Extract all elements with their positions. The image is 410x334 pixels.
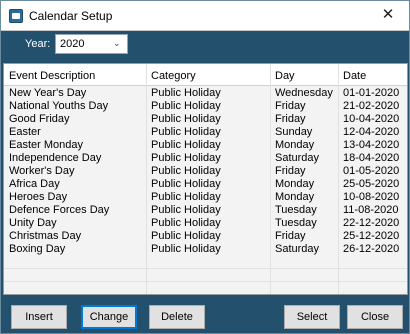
column-header-event-description[interactable]: Event Description (9, 70, 95, 82)
date-cell: 12-04-2020 (343, 126, 400, 138)
category-cell: Public Holiday (151, 243, 221, 255)
events-grid[interactable]: Event Description Category Day Date New … (3, 63, 408, 295)
column-header-category[interactable]: Category (151, 70, 196, 82)
table-row[interactable]: Africa Day Public Holiday Monday 25-05-2020 (4, 178, 407, 191)
date-cell: 21-02-2020 (343, 100, 400, 112)
category-cell: Public Holiday (151, 204, 221, 216)
select-button[interactable]: Select (284, 305, 340, 329)
year-value: 2020 (60, 38, 85, 50)
insert-button-label: Insert (25, 311, 53, 323)
category-cell: Public Holiday (151, 152, 221, 164)
event-description-cell: Africa Day (9, 178, 60, 190)
close-button-label: Close (360, 311, 390, 323)
date-cell: 26-12-2020 (343, 243, 400, 255)
event-description-cell: Christmas Day (9, 230, 82, 242)
category-cell: Public Holiday (151, 178, 221, 190)
day-cell: Tuesday (275, 204, 317, 216)
year-bar: Year: 2020 ⌄ (1, 31, 409, 59)
date-cell: 25-05-2020 (343, 178, 400, 190)
event-description-cell: Defence Forces Day (9, 204, 110, 216)
event-description-cell: New Year's Day (9, 87, 87, 99)
category-cell: Public Holiday (151, 217, 221, 229)
delete-button-label: Delete (161, 311, 193, 323)
day-cell: Monday (275, 139, 315, 151)
column-header-date[interactable]: Date (343, 70, 366, 82)
change-button[interactable]: Change (81, 305, 137, 329)
table-row[interactable]: Unity Day Public Holiday Tuesday 22-12-2020 (4, 217, 407, 230)
category-cell: Public Holiday (151, 113, 221, 125)
empty-row (4, 256, 407, 269)
category-cell: Public Holiday (151, 165, 221, 177)
chevron-down-icon[interactable]: ⌄ (113, 37, 123, 48)
day-cell: Friday (275, 230, 306, 242)
category-cell: Public Holiday (151, 87, 221, 99)
day-cell: Monday (275, 178, 315, 190)
day-cell: Sunday (275, 126, 313, 138)
day-cell: Saturday (275, 243, 320, 255)
close-button[interactable]: Close (347, 305, 403, 329)
day-cell: Friday (275, 100, 306, 112)
event-description-cell: Easter Monday (9, 139, 83, 151)
table-row[interactable]: Christmas Day Public Holiday Friday 25-12-2… (4, 230, 407, 243)
event-description-cell: Heroes Day (9, 191, 68, 203)
date-cell: 22-12-2020 (343, 217, 400, 229)
column-header-day[interactable]: Day (275, 70, 295, 82)
table-row[interactable]: New Year's Day Public Holiday Wednesday 01-… (4, 87, 407, 100)
table-row[interactable]: Heroes Day Public Holiday Monday 10-08-2020 (4, 191, 407, 204)
table-row[interactable]: Boxing Day Public Holiday Saturday 26-12-20… (4, 243, 407, 256)
table-row[interactable]: Defence Forces Day Public Holiday Tuesday 1… (4, 204, 407, 217)
table-row[interactable]: Independence Day Public Holiday Saturday 18… (4, 152, 407, 165)
calendar-setup-window: Calendar Setup ✕ Year: 2020 ⌄ Event Desc… (0, 0, 410, 334)
date-cell: 10-08-2020 (343, 191, 400, 203)
event-description-cell: Independence Day (9, 152, 102, 164)
day-cell: Wednesday (275, 87, 333, 99)
date-cell: 01-01-2020 (343, 87, 400, 99)
year-select[interactable]: 2020 ⌄ (55, 34, 128, 54)
category-cell: Public Holiday (151, 100, 221, 112)
select-button-label: Select (296, 311, 328, 323)
day-cell: Tuesday (275, 217, 317, 229)
empty-row (4, 269, 407, 282)
date-cell: 01-05-2020 (343, 165, 400, 177)
delete-button[interactable]: Delete (149, 305, 205, 329)
year-label: Year: (25, 38, 51, 50)
change-button-label: Change (89, 311, 129, 323)
table-row[interactable]: Easter Monday Public Holiday Monday 13-04-2… (4, 139, 407, 152)
date-cell: 11-08-2020 (343, 204, 399, 216)
category-cell: Public Holiday (151, 126, 221, 138)
event-description-cell: Unity Day (9, 217, 57, 229)
category-cell: Public Holiday (151, 191, 221, 203)
day-cell: Friday (275, 113, 306, 125)
title-bar: Calendar Setup ✕ (1, 1, 409, 31)
event-description-cell: National Youths Day (9, 100, 109, 112)
date-cell: 25-12-2020 (343, 230, 400, 242)
category-cell: Public Holiday (151, 230, 221, 242)
date-cell: 18-04-2020 (343, 152, 400, 164)
close-icon[interactable]: ✕ (379, 6, 397, 24)
table-row[interactable]: Good Friday Public Holiday Friday 10-04-202… (4, 113, 407, 126)
event-description-cell: Worker's Day (9, 165, 75, 177)
button-bar: Insert Change Delete Select Close (1, 297, 409, 334)
window-title: Calendar Setup (29, 9, 113, 23)
day-cell: Monday (275, 191, 315, 203)
day-cell: Saturday (275, 152, 320, 164)
event-description-cell: Easter (9, 126, 41, 138)
date-cell: 10-04-2020 (343, 113, 400, 125)
table-row[interactable]: Easter Public Holiday Sunday 12-04-2020 (4, 126, 407, 139)
insert-button[interactable]: Insert (11, 305, 67, 329)
date-cell: 13-04-2020 (343, 139, 400, 151)
grid-header: Event Description Category Day Date (4, 64, 407, 86)
calendar-app-icon (9, 9, 23, 23)
table-row[interactable]: Worker's Day Public Holiday Friday 01-05-20… (4, 165, 407, 178)
category-cell: Public Holiday (151, 139, 221, 151)
event-description-cell: Boxing Day (9, 243, 66, 255)
table-row[interactable]: National Youths Day Public Holiday Friday 2… (4, 100, 407, 113)
day-cell: Friday (275, 165, 306, 177)
event-description-cell: Good Friday (9, 113, 70, 125)
